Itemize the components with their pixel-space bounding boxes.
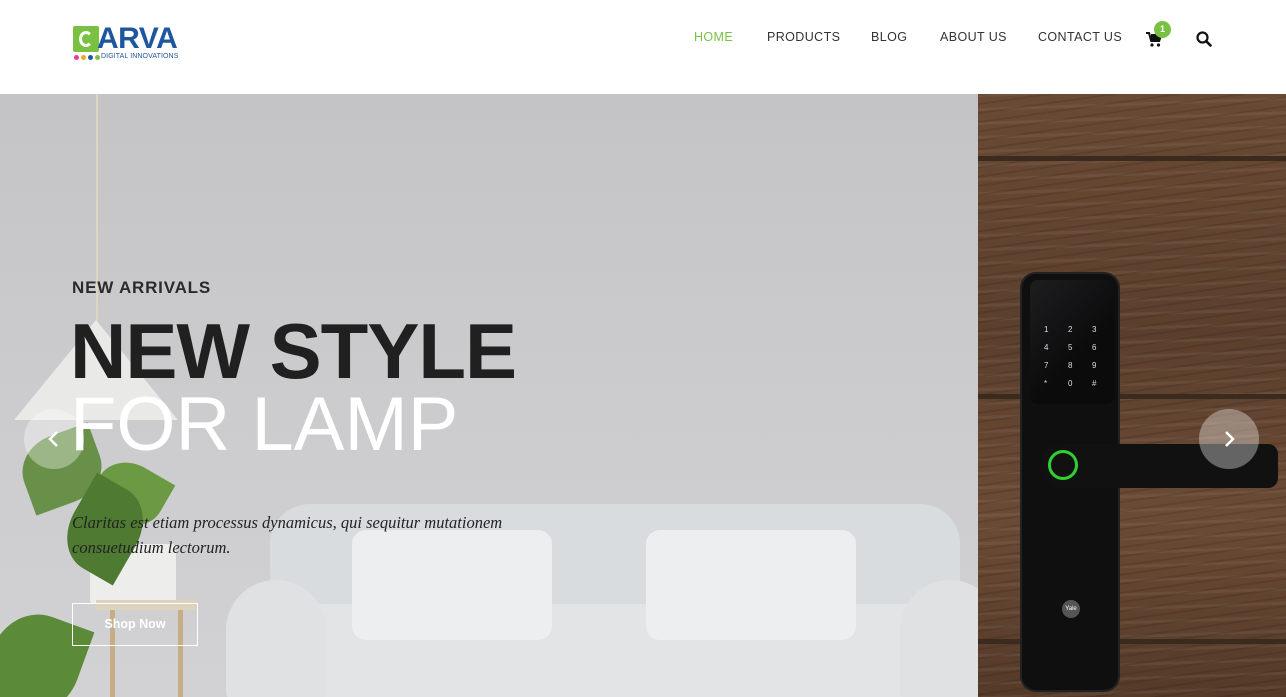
nav-about-us[interactable]: ABOUT US <box>940 30 1007 44</box>
lock-key: 4 <box>1044 343 1049 352</box>
shop-now-button[interactable]: Shop Now <box>72 603 198 646</box>
lock-key: 0 <box>1068 379 1073 388</box>
hero-eyebrow: NEW ARRIVALS <box>72 278 211 297</box>
slider-next-button[interactable] <box>1199 409 1259 469</box>
logo-c-mark <box>73 26 99 52</box>
nav-contact-us[interactable]: CONTACT US <box>1038 30 1122 44</box>
lock-key: 2 <box>1068 325 1073 334</box>
lock-key: 7 <box>1044 361 1049 370</box>
nav-products[interactable]: PRODUCTS <box>767 30 840 44</box>
sofa-arm <box>226 580 326 697</box>
nav-blog[interactable]: BLOG <box>871 30 907 44</box>
cart-count-badge: 1 <box>1154 21 1171 38</box>
brand-tagline: DIGITAL INNOVATIONS <box>101 53 179 60</box>
brand-name: ARVA <box>97 22 178 55</box>
lock-key: 5 <box>1068 343 1073 352</box>
nav-home[interactable]: HOME <box>694 30 733 44</box>
lock-key: * <box>1044 379 1048 388</box>
lock-key: 9 <box>1092 361 1097 370</box>
lock-key: 1 <box>1044 325 1049 334</box>
chevron-right-icon <box>1225 431 1235 447</box>
site-header: ARVA DIGITAL INNOVATIONS HOME PRODUCTS B… <box>0 0 1286 94</box>
lock-key: 3 <box>1092 325 1097 334</box>
fingerprint-sensor-icon <box>1048 450 1078 480</box>
brand-logo[interactable]: ARVA DIGITAL INNOVATIONS <box>73 22 198 66</box>
lock-key: 8 <box>1068 361 1073 370</box>
slider-prev-button[interactable] <box>24 409 84 469</box>
sofa-cushion <box>646 530 856 640</box>
hero-description: Claritas est etiam processus dynamicus, … <box>72 513 503 557</box>
wood-panel-line <box>978 156 1286 161</box>
lock-brand-logo: Yale <box>1062 600 1080 618</box>
search-icon[interactable] <box>1196 31 1214 49</box>
hero-slider: 1 2 3 4 5 6 7 8 9 * 0 # Yale NEW ARRIVALS NEW STYLE… <box>0 94 1286 697</box>
logo-dots <box>74 55 100 60</box>
chevron-left-icon <box>48 431 58 447</box>
lock-key: # <box>1092 379 1097 388</box>
lock-key: 6 <box>1092 343 1097 352</box>
hero-headline-line2: FOR LAMP <box>70 382 459 467</box>
